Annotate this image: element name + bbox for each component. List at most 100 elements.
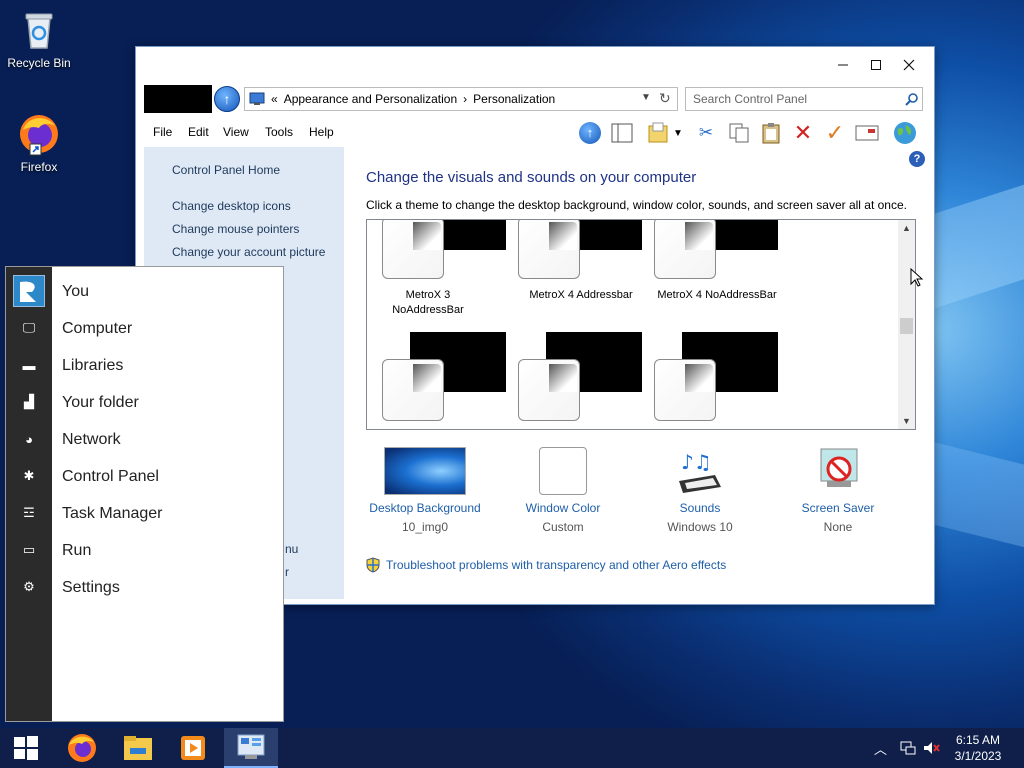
breadcrumb-appearance[interactable]: Appearance and Personalization xyxy=(284,92,457,106)
checkmark-icon[interactable]: ✓ xyxy=(822,120,848,146)
properties-icon[interactable] xyxy=(854,120,880,146)
desktop-background-thumbnail xyxy=(384,447,466,495)
user-folder-icon[interactable]: ▟ xyxy=(20,393,38,411)
address-row: ↑ « Appearance and Personalization › Per… xyxy=(144,85,928,113)
start-item-your-folder[interactable]: Your folder xyxy=(62,394,139,412)
control-panel-icon xyxy=(237,734,265,759)
taskbar-file-explorer[interactable] xyxy=(114,728,162,768)
address-chevron[interactable]: « xyxy=(271,92,278,106)
network-tray-button[interactable] xyxy=(899,728,917,768)
volume-tray-button[interactable] xyxy=(923,728,941,768)
paste-icon[interactable] xyxy=(758,120,784,146)
sidebar-link-control-panel-home[interactable]: Control Panel Home xyxy=(172,163,280,177)
setting-value: Custom xyxy=(542,520,584,534)
task-manager-icon[interactable]: ☲ xyxy=(20,504,38,522)
start-item-settings[interactable]: Settings xyxy=(62,579,120,597)
taskbar-control-panel[interactable] xyxy=(224,728,278,768)
maximize-button[interactable] xyxy=(861,53,891,77)
menu-edit[interactable]: Edit xyxy=(188,125,209,139)
toolbar-folder-button[interactable] xyxy=(646,120,672,146)
copy-icon[interactable] xyxy=(726,120,752,146)
clock-date: 3/1/2023 xyxy=(954,749,1002,763)
setting-name[interactable]: Desktop Background xyxy=(360,501,490,515)
toolbar-pane-button[interactable] xyxy=(609,120,635,146)
firefox-icon xyxy=(17,112,61,156)
troubleshoot-text[interactable]: Troubleshoot problems with transparency … xyxy=(386,558,726,572)
setting-value: 10_img0 xyxy=(401,520,449,534)
minimize-button[interactable] xyxy=(828,53,858,77)
start-menu: 🖵 ▬ ▟ ◕ ✱ ☲ ▭ ⚙ You Computer Libraries Y… xyxy=(5,266,284,722)
breadcrumb-personalization[interactable]: Personalization xyxy=(473,92,555,106)
sidebar-link-mouse-pointers[interactable]: Change mouse pointers xyxy=(172,222,299,236)
firefox-icon xyxy=(68,734,96,762)
chevron-up-icon: ︿ xyxy=(874,741,888,757)
start-item-libraries[interactable]: Libraries xyxy=(62,357,123,375)
search-icon[interactable] xyxy=(905,93,918,106)
sounds-setting[interactable]: ♪♫ Sounds Windows 10 xyxy=(635,447,765,534)
taskbar-firefox[interactable] xyxy=(58,728,106,768)
gear-icon[interactable]: ⚙ xyxy=(20,578,38,596)
start-item-control-panel[interactable]: Control Panel xyxy=(62,468,159,486)
libraries-icon[interactable]: ▬ xyxy=(20,356,38,374)
start-button[interactable] xyxy=(2,728,50,768)
start-item-run[interactable]: Run xyxy=(62,542,91,560)
search-input[interactable]: Search Control Panel xyxy=(685,87,923,111)
network-icon[interactable]: ◕ xyxy=(20,430,38,448)
start-item-network[interactable]: Network xyxy=(62,431,121,449)
recycle-bin-icon xyxy=(17,8,61,52)
desktop-icon-firefox[interactable]: Firefox xyxy=(2,112,76,174)
theme-gallery[interactable]: MetroX 3 NoAddressBar MetroX 4 Addressba… xyxy=(366,219,916,430)
desktop-background-setting[interactable]: Desktop Background 10_img0 xyxy=(360,447,490,534)
scroll-down-icon[interactable]: ▼ xyxy=(902,416,911,426)
menu-file[interactable]: File xyxy=(153,125,172,139)
scrollbar-thumb[interactable] xyxy=(900,318,913,334)
title-bar[interactable] xyxy=(136,47,934,83)
toolbar-up-button[interactable]: ↑ xyxy=(577,120,603,146)
sidebar-link-partial[interactable]: r xyxy=(285,565,289,579)
address-bar[interactable]: « Appearance and Personalization › Perso… xyxy=(244,87,678,111)
speaker-muted-icon xyxy=(924,742,940,754)
screen-saver-setting[interactable]: Screen Saver None xyxy=(773,447,903,534)
system-clock[interactable]: 6:15 AM 3/1/2023 xyxy=(940,732,1016,764)
refresh-icon[interactable]: ↻ xyxy=(659,90,671,107)
chevron-down-icon[interactable]: ▼ xyxy=(641,92,651,103)
sidebar-link-partial[interactable]: nu xyxy=(285,542,298,556)
computer-icon[interactable]: 🖵 xyxy=(20,319,38,337)
close-button[interactable] xyxy=(894,53,924,77)
user-avatar[interactable] xyxy=(13,275,45,307)
control-panel-icon[interactable]: ✱ xyxy=(20,467,38,485)
menu-help[interactable]: Help xyxy=(309,125,334,139)
delete-icon[interactable]: ✕ xyxy=(790,120,816,146)
up-button[interactable]: ↑ xyxy=(214,86,240,112)
menu-view[interactable]: View xyxy=(223,125,249,139)
minimize-icon xyxy=(838,64,848,66)
arrow-up-icon: ↑ xyxy=(579,122,601,144)
setting-name[interactable]: Sounds xyxy=(635,501,765,515)
scroll-up-icon[interactable]: ▲ xyxy=(902,223,911,233)
theme-preview-window xyxy=(654,359,716,421)
desktop-icon-recycle-bin[interactable]: Recycle Bin xyxy=(2,8,76,70)
globe-icon[interactable] xyxy=(892,120,918,146)
window-color-setting[interactable]: Window Color Custom xyxy=(498,447,628,534)
setting-name[interactable]: Window Color xyxy=(498,501,628,515)
chevron-down-icon[interactable]: ▼ xyxy=(671,120,685,146)
setting-name[interactable]: Screen Saver xyxy=(773,501,903,515)
sidebar-link-desktop-icons[interactable]: Change desktop icons xyxy=(172,199,291,213)
start-item-computer[interactable]: Computer xyxy=(62,320,132,338)
gallery-scrollbar[interactable]: ▲ ▼ xyxy=(898,220,915,429)
run-icon[interactable]: ▭ xyxy=(20,541,38,559)
cut-icon[interactable]: ✂ xyxy=(693,120,719,146)
taskbar-media-player[interactable] xyxy=(169,728,217,768)
start-item-you[interactable]: You xyxy=(62,283,89,301)
troubleshoot-link[interactable]: Troubleshoot problems with transparency … xyxy=(366,557,726,573)
breadcrumb-separator: › xyxy=(463,92,468,106)
menu-tools[interactable]: Tools xyxy=(265,125,293,139)
redacted-area xyxy=(144,85,212,113)
sidebar-link-account-picture[interactable]: Change your account picture xyxy=(172,245,325,259)
page-subtitle: Click a theme to change the desktop back… xyxy=(366,198,907,212)
start-item-task-manager[interactable]: Task Manager xyxy=(62,505,163,523)
folder-icon xyxy=(124,736,152,760)
sounds-icon: ♪♫ xyxy=(659,447,741,495)
windows-logo-icon xyxy=(14,736,38,760)
show-hidden-icons-button[interactable]: ︿ xyxy=(874,728,887,768)
